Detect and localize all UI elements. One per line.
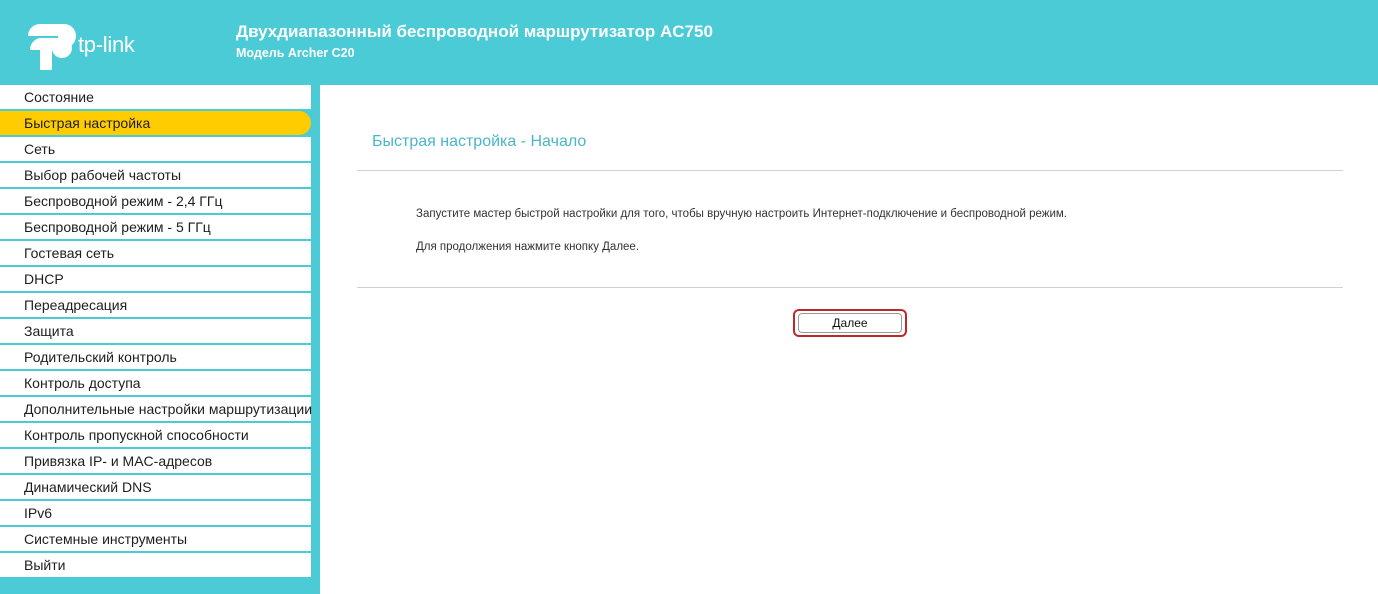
main-content: Быстрая настройка - Начало Запустите мас…: [320, 85, 1378, 594]
sidebar-item-bandwidth-control[interactable]: Контроль пропускной способности: [0, 423, 311, 447]
sidebar-item-network[interactable]: Сеть: [0, 137, 311, 161]
sidebar-item-security[interactable]: Защита: [0, 319, 311, 343]
sidebar: Состояние Быстрая настройка Сеть Выбор р…: [0, 85, 320, 594]
page-title: Двухдиапазонный беспроводной маршрутизат…: [236, 22, 713, 41]
sidebar-item-ipv6[interactable]: IPv6: [0, 501, 311, 525]
sidebar-item-forwarding[interactable]: Переадресация: [0, 293, 311, 317]
sidebar-item-ip-mac-binding[interactable]: Привязка IP- и MAC-адресов: [0, 449, 311, 473]
next-button[interactable]: Далее: [798, 313, 902, 333]
continue-hint-text: Для продолжения нажмите кнопку Далее.: [416, 241, 640, 253]
sidebar-item-advanced-routing[interactable]: Дополнительные настройки маршрутизации: [0, 397, 312, 421]
sidebar-item-band-selection[interactable]: Выбор рабочей частоты: [0, 163, 311, 187]
divider-bottom: [357, 287, 1343, 288]
sidebar-menu: Состояние Быстрая настройка Сеть Выбор р…: [0, 85, 312, 579]
sidebar-item-dynamic-dns[interactable]: Динамический DNS: [0, 475, 311, 499]
sidebar-item-wireless-5[interactable]: Беспроводной режим - 5 ГГц: [0, 215, 311, 239]
sidebar-item-logout[interactable]: Выйти: [0, 553, 311, 577]
logo-text: tp-link: [78, 32, 135, 57]
divider-top: [357, 170, 1343, 171]
sidebar-item-parental-control[interactable]: Родительский контроль: [0, 345, 311, 369]
instruction-text: Запустите мастер быстрой настройки для т…: [416, 208, 1067, 220]
sidebar-item-wireless-24[interactable]: Беспроводной режим - 2,4 ГГц: [0, 189, 311, 213]
model-subtitle: Модель Archer C20: [236, 46, 355, 60]
section-title: Быстрая настройка - Начало: [372, 133, 587, 150]
sidebar-item-guest-network[interactable]: Гостевая сеть: [0, 241, 311, 265]
tp-link-logo-icon: [28, 24, 76, 70]
sidebar-item-quick-setup[interactable]: Быстрая настройка: [0, 111, 311, 135]
next-button-highlight: Далее: [793, 309, 907, 337]
sidebar-item-dhcp[interactable]: DHCP: [0, 267, 311, 291]
sidebar-item-access-control[interactable]: Контроль доступа: [0, 371, 311, 395]
sidebar-item-system-tools[interactable]: Системные инструменты: [0, 527, 311, 551]
header: tp-link Двухдиапазонный беспроводной мар…: [0, 0, 1378, 85]
tp-link-logo[interactable]: tp-link: [24, 20, 164, 72]
sidebar-item-status[interactable]: Состояние: [0, 85, 311, 109]
